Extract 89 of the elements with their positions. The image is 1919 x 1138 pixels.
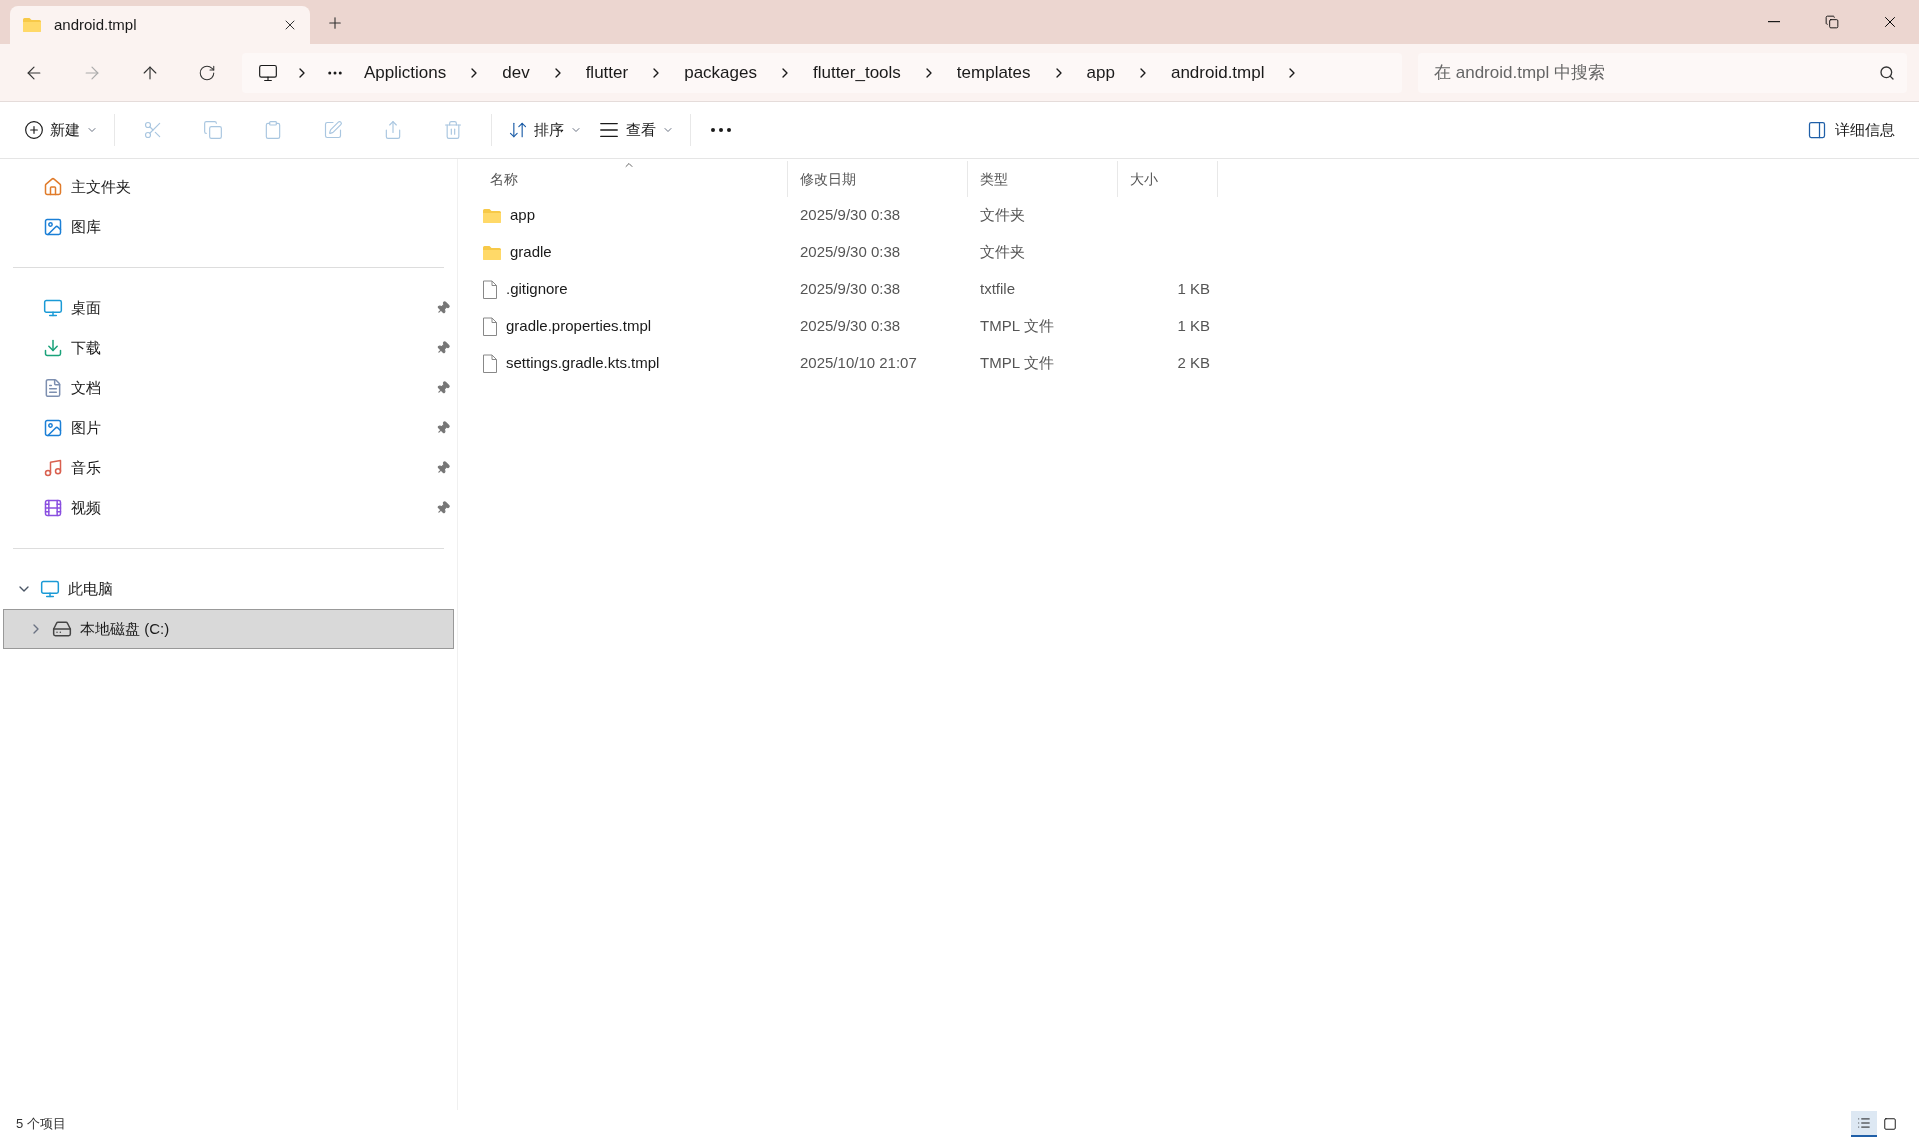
- sort-button[interactable]: 排序: [500, 112, 590, 148]
- modified-date: 2025/9/30 0:38: [800, 280, 901, 298]
- column-header[interactable]: 修改日期: [788, 161, 968, 197]
- file-name: gradle.properties.tmpl: [506, 316, 652, 337]
- new-tab-icon[interactable]: [326, 14, 344, 32]
- search-field[interactable]: 在 android.tmpl 中搜索: [1418, 52, 1907, 93]
- file-type: txtfile: [980, 280, 1015, 298]
- modified-date: 2025/9/30 0:38: [800, 243, 901, 261]
- file-type: TMPL 文件: [980, 354, 1054, 372]
- sidebar-item[interactable]: 桌面: [3, 288, 454, 328]
- share-icon: [383, 120, 403, 140]
- plus-icon: [24, 120, 44, 140]
- file-row[interactable]: .gitignore 2025/9/30 0:38 txtfile 1 KB: [478, 271, 1919, 308]
- square-icon: [1883, 1117, 1897, 1131]
- breadcrumb-item[interactable]: flutter_tools: [808, 59, 905, 86]
- list-icon: [1857, 1116, 1871, 1130]
- file-row[interactable]: settings.gradle.kts.tmpl 2025/10/10 21:07 TMPL 文件 2 KB: [478, 345, 1919, 382]
- breadcrumb-item[interactable]: Applictions: [360, 59, 451, 86]
- picture-icon: [43, 217, 63, 237]
- file-size: 1 KB: [1177, 280, 1210, 298]
- file-name: gradle: [510, 242, 552, 263]
- sidebar-item[interactable]: 此电脑: [3, 569, 454, 609]
- refresh-icon[interactable]: [198, 63, 216, 82]
- file-type: 文件夹: [980, 243, 1025, 261]
- sidebar-item[interactable]: 主文件夹: [3, 167, 454, 207]
- breadcrumb-item[interactable]: app: [1082, 59, 1119, 86]
- music-icon: [43, 458, 63, 478]
- sidebar-item[interactable]: 下载: [3, 328, 454, 368]
- folder-icon: [22, 17, 42, 33]
- details-button[interactable]: 详细信息: [1799, 112, 1903, 148]
- restore-icon: [1825, 15, 1839, 29]
- column-header[interactable]: 大小: [1118, 161, 1218, 197]
- file-icon: [482, 316, 498, 337]
- copy-icon: [203, 120, 223, 140]
- view-button[interactable]: 查看: [590, 112, 682, 148]
- file-row[interactable]: app 2025/9/30 0:38 文件夹: [478, 197, 1919, 234]
- trash-icon: [443, 120, 463, 140]
- new-button[interactable]: 新建: [16, 112, 106, 148]
- folder-icon: [482, 244, 502, 261]
- rename-icon: [323, 120, 343, 140]
- file-icon: [482, 353, 498, 374]
- sidebar-item[interactable]: 音乐: [3, 448, 454, 488]
- folder-icon: [482, 207, 502, 224]
- file-name: .gitignore: [506, 279, 568, 300]
- modified-date: 2025/9/30 0:38: [800, 317, 901, 335]
- computer-icon: [40, 579, 60, 599]
- column-header[interactable]: 类型: [968, 161, 1118, 197]
- picture-icon: [43, 418, 63, 438]
- document-icon: [43, 378, 63, 398]
- more-icon: [711, 128, 731, 132]
- sort-icon: [508, 120, 528, 140]
- file-row[interactable]: gradle 2025/9/30 0:38 文件夹: [478, 234, 1919, 271]
- window-tab[interactable]: android.tmpl: [10, 6, 310, 44]
- desktop-icon: [43, 298, 63, 318]
- file-icon: [482, 279, 498, 300]
- modified-date: 2025/10/10 21:07: [800, 354, 917, 372]
- search-icon[interactable]: [1879, 64, 1895, 81]
- file-row[interactable]: gradle.properties.tmpl 2025/9/30 0:38 TMPL 文件 1 KB: [478, 308, 1919, 345]
- file-name: settings.gradle.kts.tmpl: [506, 353, 660, 374]
- file-type: 文件夹: [980, 206, 1025, 224]
- scissors-icon: [143, 120, 163, 140]
- details-view-button[interactable]: [1851, 1111, 1877, 1137]
- clipboard-icon: [263, 120, 283, 140]
- file-type: TMPL 文件: [980, 317, 1054, 335]
- item-count: 5 个项目: [16, 1115, 67, 1134]
- sidebar-item[interactable]: 本地磁盘 (C:): [3, 609, 454, 649]
- modified-date: 2025/9/30 0:38: [800, 206, 901, 224]
- breadcrumb-item[interactable]: packages: [680, 59, 761, 86]
- drive-icon: [52, 619, 72, 639]
- breadcrumb-item[interactable]: dev: [498, 59, 534, 86]
- file-size: 1 KB: [1177, 317, 1210, 335]
- minimize-icon: [1768, 21, 1780, 23]
- sidebar-item[interactable]: 图库: [3, 207, 454, 247]
- column-header[interactable]: 名称: [478, 161, 788, 197]
- file-name: app: [510, 205, 536, 226]
- sidebar-item[interactable]: 文档: [3, 368, 454, 408]
- address-bar[interactable]: Applictions dev flutter packages flutter_tools templates app android.tmpl: [242, 52, 1402, 93]
- breadcrumb-item[interactable]: android.tmpl: [1166, 59, 1269, 86]
- breadcrumb-item[interactable]: flutter: [581, 59, 633, 86]
- sidebar-item[interactable]: 图片: [3, 408, 454, 448]
- computer-icon: [258, 62, 278, 83]
- breadcrumb-item[interactable]: templates: [952, 59, 1035, 86]
- tab-title: android.tmpl: [54, 14, 138, 35]
- home-icon: [43, 177, 63, 197]
- download-icon: [43, 338, 63, 358]
- sidebar-item[interactable]: 视频: [3, 488, 454, 528]
- video-icon: [43, 498, 63, 518]
- file-size: 2 KB: [1177, 354, 1210, 372]
- details-pane-icon: [1807, 120, 1827, 140]
